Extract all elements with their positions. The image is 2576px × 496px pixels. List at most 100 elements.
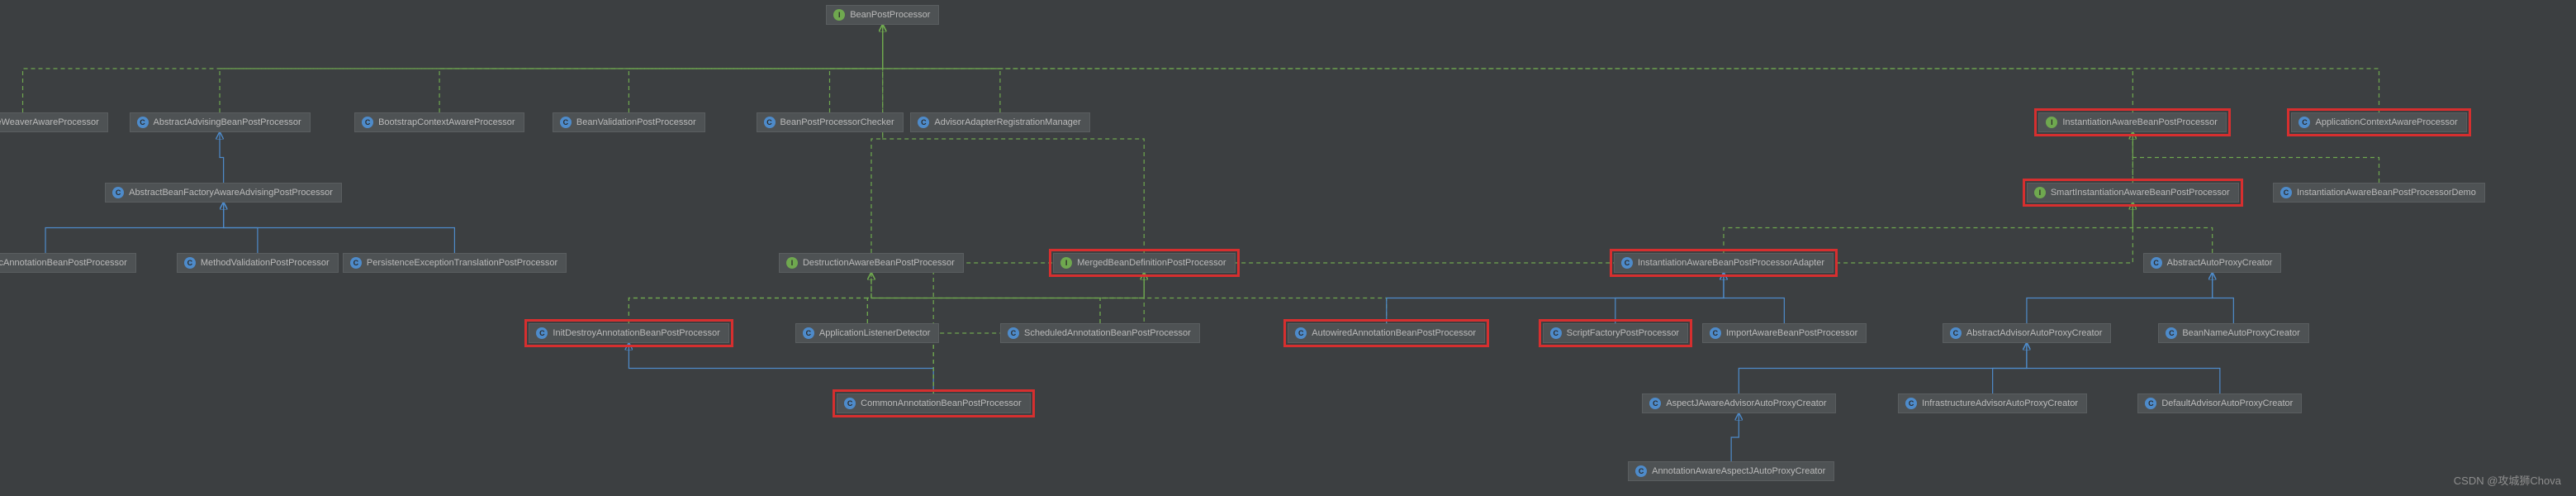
edge <box>2027 343 2220 393</box>
node-InstantiationAwareBeanPostProcessorDemo[interactable]: C InstantiationAwareBeanPostProcessorDemo <box>2273 183 2485 203</box>
edge <box>2132 132 2379 183</box>
class-icon: C <box>1710 327 1721 339</box>
edge <box>2213 273 2234 323</box>
node-BeanPostProcessorChecker[interactable]: CBeanPostProcessorChecker <box>757 112 904 132</box>
node-BeanNameAutoProxyCreator[interactable]: C BeanNameAutoProxyCreator <box>2158 323 2308 343</box>
edge <box>1144 273 1387 323</box>
class-icon: C <box>137 117 149 128</box>
node-label: AbstractAdvisorAutoProxyCreator <box>1966 328 2102 338</box>
edge <box>830 25 883 112</box>
class-icon: C <box>1295 327 1307 339</box>
node-ScheduledAnnotationBeanPostProcessor[interactable]: CScheduledAnnotationBeanPostProcessor <box>1000 323 1200 343</box>
class-icon: C <box>844 398 856 409</box>
node-AbstractAdvisingBeanPostProcessor[interactable]: C AbstractAdvisingBeanPostProcessor <box>130 112 311 132</box>
node-label: AdvisorAdapterRegistrationManager <box>934 117 1080 127</box>
node-label: InfrastructureAdvisorAutoProxyCreator <box>1922 398 2078 408</box>
class-icon: C <box>918 117 929 128</box>
node-InfrastructureAdvisorAutoProxyCreator[interactable]: C InfrastructureAdvisorAutoProxyCreator <box>1898 393 2087 413</box>
node-label: BeanPostProcessor <box>850 10 930 20</box>
class-icon: C <box>1905 398 1917 409</box>
node-AbstractBeanFactoryAwareAdvisingPostProcessor[interactable]: C AbstractBeanFactoryAwareAdvisingPostPro… <box>105 183 342 203</box>
node-AbstractAdvisorAutoProxyCreator[interactable]: C AbstractAdvisorAutoProxyCreator <box>1943 323 2111 343</box>
interface-icon: I <box>786 257 798 269</box>
node-label: MethodValidationPostProcessor <box>201 258 330 268</box>
class-icon: C <box>350 257 362 269</box>
class-icon: C <box>536 327 548 339</box>
node-label: BeanPostProcessorChecker <box>780 117 894 127</box>
edge <box>45 203 224 253</box>
node-label: AnnotationAwareAspectJAutoProxyCreator <box>1652 466 1825 476</box>
class-icon: C <box>2166 327 2177 339</box>
edge <box>883 25 2133 112</box>
node-label: InstantiationAwareBeanPostProcessorDemo <box>2297 188 2476 198</box>
node-label: AsyncAnnotationBeanPostProcessor <box>0 258 127 268</box>
node-SmartInstantiationAwareBeanPostProcessor[interactable]: ISmartInstantiationAwareBeanPostProcesso… <box>2027 183 2239 203</box>
node-label: ImportAwareBeanPostProcessor <box>1726 328 1857 338</box>
class-icon: C <box>1950 327 1962 339</box>
class-icon: C <box>2145 398 2156 409</box>
node-label: ApplicationContextAwareProcessor <box>2315 117 2457 127</box>
node-label: AbstractBeanFactoryAwareAdvisingPostProc… <box>129 188 333 198</box>
edge <box>224 203 455 253</box>
edge <box>1739 343 2027 393</box>
class-icon: C <box>560 117 572 128</box>
edge <box>629 273 1144 323</box>
edge <box>1724 203 2132 253</box>
class-icon: C <box>2280 187 2292 198</box>
node-InstantiationAwareBeanPostProcessorAdapter[interactable]: C InstantiationAwareBeanPostProcessorAdap… <box>1614 253 1834 273</box>
node-label: ScriptFactoryPostProcessor <box>1567 328 1679 338</box>
node-label: ApplicationListenerDetector <box>819 328 931 338</box>
class-icon: C <box>184 257 196 269</box>
node-MethodValidationPostProcessor[interactable]: C MethodValidationPostProcessor <box>177 253 339 273</box>
node-label: AutowiredAnnotationBeanPostProcessor <box>1312 328 1476 338</box>
class-icon: C <box>803 327 814 339</box>
node-label: AbstractAdvisingBeanPostProcessor <box>154 117 301 127</box>
edge <box>220 25 883 112</box>
node-CommonAnnotationBeanPostProcessor[interactable]: CCommonAnnotationBeanPostProcessor <box>837 393 1030 413</box>
node-ImportAwareBeanPostProcessor[interactable]: C ImportAwareBeanPostProcessor <box>1702 323 1867 343</box>
edge <box>867 273 1144 323</box>
edge <box>871 273 1100 323</box>
class-icon: C <box>2151 257 2162 269</box>
node-AdvisorAdapterRegistrationManager[interactable]: C AdvisorAdapterRegistrationManager <box>910 112 1089 132</box>
edge <box>629 25 882 112</box>
node-AbstractAutoProxyCreator[interactable]: C AbstractAutoProxyCreator <box>2143 253 2282 273</box>
node-label: InstantiationAwareBeanPostProcessorAdapt… <box>1638 258 1824 268</box>
node-PersistenceExceptionTranslationPostProcessor[interactable]: C PersistenceExceptionTranslationPostProc… <box>343 253 567 273</box>
class-icon: C <box>1008 327 1019 339</box>
node-AspectJAwareAdvisorAutoProxyCreator[interactable]: CAspectJAwareAdvisorAutoProxyCreator <box>1642 393 1835 413</box>
node-BeanPostProcessor[interactable]: IBeanPostProcessor <box>826 5 939 25</box>
node-ApplicationListenerDetector[interactable]: C ApplicationListenerDetector <box>795 323 940 343</box>
class-icon: C <box>1621 257 1633 269</box>
edge <box>1615 273 1724 323</box>
edge <box>867 273 871 323</box>
node-AsyncAnnotationBeanPostProcessor[interactable]: CAsyncAnnotationBeanPostProcessor <box>0 253 136 273</box>
class-icon: C <box>362 117 373 128</box>
edge <box>1724 273 1784 323</box>
node-ScriptFactoryPostProcessor[interactable]: C ScriptFactoryPostProcessor <box>1543 323 1688 343</box>
node-label: BeanValidationPostProcessor <box>576 117 696 127</box>
node-label: BeanNameAutoProxyCreator <box>2182 328 2299 338</box>
node-BeanValidationPostProcessor[interactable]: C BeanValidationPostProcessor <box>553 112 705 132</box>
class-icon: C <box>2298 117 2310 128</box>
node-label: InstantiationAwareBeanPostProcessor <box>2062 117 2218 127</box>
node-AutowiredAnnotationBeanPostProcessor[interactable]: C AutowiredAnnotationBeanPostProcessor <box>1288 323 1485 343</box>
node-DefaultAdvisorAutoProxyCreator[interactable]: C DefaultAdvisorAutoProxyCreator <box>2137 393 2302 413</box>
class-icon: C <box>112 187 124 198</box>
edge-layer <box>0 0 2576 496</box>
interface-icon: I <box>2034 187 2046 198</box>
node-ApplicationContextAwareProcessor[interactable]: C ApplicationContextAwareProcessor <box>2291 112 2466 132</box>
node-BootstrapContextAwareProcessor[interactable]: CBootstrapContextAwareProcessor <box>354 112 524 132</box>
node-DestructionAwareBeanPostProcessor[interactable]: IDestructionAwareBeanPostProcessor <box>779 253 964 273</box>
node-InitDestroyAnnotationBeanPostProcessor[interactable]: CInitDestroyAnnotationBeanPostProcessor <box>529 323 728 343</box>
class-icon: C <box>1635 465 1647 477</box>
node-label: DefaultAdvisorAutoProxyCreator <box>2161 398 2293 408</box>
node-MergedBeanDefinitionPostProcessor[interactable]: IMergedBeanDefinitionPostProcessor <box>1053 253 1235 273</box>
node-label: AbstractAutoProxyCreator <box>2167 258 2273 268</box>
interface-icon: I <box>1060 257 1072 269</box>
class-icon: C <box>1550 327 1562 339</box>
node-label: PersistenceExceptionTranslationPostProce… <box>367 258 557 268</box>
node-InstantiationAwareBeanPostProcessor[interactable]: IInstantiationAwareBeanPostProcessor <box>2038 112 2227 132</box>
node-LoadTimeWeaverAwareProcessor[interactable]: CLoadTimeWeaverAwareProcessor <box>0 112 108 132</box>
node-AnnotationAwareAspectJAutoProxyCreator[interactable]: C AnnotationAwareAspectJAutoProxyCreator <box>1628 461 1834 481</box>
